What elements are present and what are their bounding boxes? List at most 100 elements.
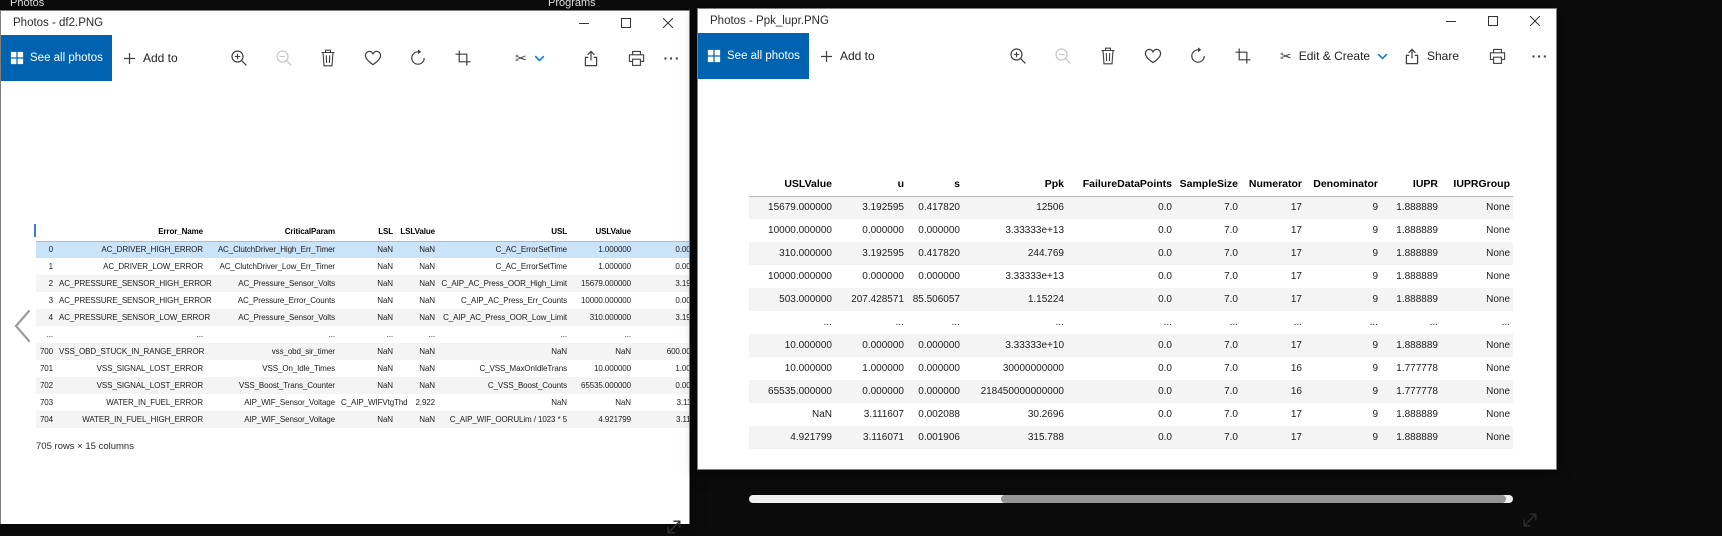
table-row: ..............................	[749, 311, 1513, 334]
favorite-button[interactable]	[1137, 40, 1169, 72]
table-cell: 3.192595	[862, 202, 904, 214]
table-cell: ...	[951, 317, 960, 328]
zoom-out-button[interactable]	[268, 42, 300, 74]
zoom-in-icon	[1010, 48, 1026, 64]
table-cell: VSS_SIGNAL_LOST_ERROR	[96, 381, 203, 390]
print-icon	[1489, 48, 1505, 64]
table-cell: 1.888889	[1396, 225, 1438, 236]
heart-icon	[364, 50, 382, 66]
table-cell: None	[1486, 225, 1510, 236]
table-cell: 0.000000	[862, 386, 904, 397]
table-cell: ...	[1369, 317, 1378, 328]
table-cell: 0	[48, 245, 53, 255]
table-cell: 0.0	[1158, 432, 1172, 443]
table-cell: 0.000000	[675, 381, 689, 390]
share-button[interactable]	[575, 42, 607, 74]
photo-viewer-canvas: Error_Name CriticalParam LSL LSLValue USL USL…	[1, 81, 689, 534]
table-cell: 703	[39, 398, 53, 407]
close-button[interactable]	[1514, 9, 1556, 33]
close-button[interactable]	[647, 11, 689, 35]
table-cell: NaN	[377, 245, 393, 255]
print-icon	[628, 50, 644, 66]
horizontal-scrollbar-track[interactable]	[749, 495, 1513, 503]
zoom-in-button[interactable]	[223, 42, 255, 74]
delete-button[interactable]	[312, 42, 344, 74]
maximize-button[interactable]	[1472, 9, 1514, 33]
table-cell: 1.888889	[1396, 409, 1438, 420]
more-options-button[interactable]: ···	[1525, 40, 1555, 72]
table-cell: 0.000000	[918, 363, 960, 374]
photos-window-ppk: Photos - Ppk_lupr.PNG See all photos Add…	[697, 8, 1557, 527]
table-row: 503.000000 207.428571 85.506057 1.15224 0.0 7…	[749, 288, 1513, 311]
table-cell: 0.0	[1158, 225, 1172, 236]
print-button[interactable]	[1481, 40, 1513, 72]
see-all-photos-button[interactable]: See all photos	[1, 35, 112, 81]
table-cell: 1.777778	[1396, 363, 1438, 374]
table-cell: NaN	[551, 398, 567, 407]
table-cell: ...	[895, 317, 904, 328]
edit-create-button[interactable]: ✂	[515, 42, 545, 74]
expand-icon[interactable]	[1521, 511, 1539, 529]
previous-photo-chevron-icon[interactable]	[13, 309, 31, 343]
minimize-button[interactable]	[563, 11, 605, 35]
table-cell: 9	[1372, 202, 1378, 214]
crop-button[interactable]	[447, 42, 479, 74]
table-cell: 1	[48, 262, 53, 271]
table-cell: NaN	[419, 347, 435, 356]
title-bar[interactable]: Photos - Ppk_lupr.PNG	[698, 9, 1556, 33]
horizontal-scrollbar-thumb[interactable]	[1001, 495, 1506, 503]
expand-icon[interactable]	[665, 518, 683, 536]
table-cell: 1.000000	[675, 364, 689, 373]
zoom-in-button[interactable]	[1002, 40, 1034, 72]
table-cell: NaN	[419, 296, 435, 305]
rotate-button[interactable]	[402, 42, 434, 74]
table-row: 3 AC_PRESSURE_SENSOR_HIGH_ERROR AC_Pressur…	[36, 292, 689, 309]
table-cell: AC_ClutchDriver_Low_Err_Timer	[219, 262, 335, 271]
header-row: USLValue u s Ppk FailureDataPoints SampleSize…	[749, 172, 1513, 197]
minimize-button[interactable]	[1430, 9, 1472, 33]
share-icon	[584, 49, 598, 66]
table-cell: NaN	[419, 415, 435, 424]
table-cell: ...	[46, 330, 53, 339]
scissors-icon: ✂	[515, 50, 527, 66]
table-cell: 9	[1372, 386, 1378, 397]
table-cell: AC_DRIVER_HIGH_ERROR	[101, 245, 203, 255]
title-bar[interactable]: Photos - df2.PNG	[1, 11, 689, 35]
table-row: 310.000000 3.192595 0.417820 244.769 0.0 7.0 1…	[749, 242, 1513, 265]
share-button[interactable]: Share	[1404, 40, 1459, 72]
table-cell: ...	[1229, 317, 1238, 328]
table-cell: 9	[1372, 363, 1378, 374]
add-to-button[interactable]: Add to	[115, 35, 186, 81]
table-cell: 17	[1290, 432, 1302, 443]
maximize-button[interactable]	[605, 11, 647, 35]
more-options-button[interactable]: ···	[657, 42, 687, 74]
table-cell: 1.15224	[1027, 294, 1064, 305]
table-cell: AC_PRESSURE_SENSOR_HIGH_ERROR	[59, 296, 212, 305]
table-row: 10000.000000 0.000000 0.000000 3.33333e+13 0…	[749, 219, 1513, 242]
table-cell: 3	[48, 296, 53, 305]
table-cell: 12506	[1036, 202, 1064, 214]
print-button[interactable]	[620, 42, 652, 74]
column-header: IUPR	[1381, 172, 1441, 197]
see-all-photos-button[interactable]: See all photos	[698, 33, 809, 79]
rotate-icon	[411, 49, 425, 65]
ellipsis-icon: ···	[1531, 48, 1549, 64]
column-header: Ppk	[963, 172, 1067, 197]
dataframe-table: USLValue u s Ppk FailureDataPoints SampleSize…	[749, 172, 1513, 449]
zoom-out-button[interactable]	[1047, 40, 1079, 72]
table-row: 10.000000 1.000000 0.000000 30000000000 0.0 7…	[749, 357, 1513, 380]
edit-create-button[interactable]: ✂ Edit & Create	[1280, 40, 1388, 72]
add-to-button[interactable]: Add to	[812, 33, 883, 79]
table-cell: C_AIP_AC_Press_OOR_Low_Limit	[443, 313, 567, 322]
crop-button[interactable]	[1227, 40, 1259, 72]
delete-button[interactable]	[1092, 40, 1124, 72]
favorite-button[interactable]	[357, 42, 389, 74]
table-cell: 9	[1372, 225, 1378, 236]
table-cell: ...	[634, 326, 689, 343]
table-cell: 17	[1290, 409, 1302, 420]
table-cell: None	[1486, 340, 1510, 351]
table-cell: NaN	[377, 296, 393, 305]
table-cell: 10.000000	[784, 363, 832, 374]
table-cell: C_AIP_WIFVtgThd	[341, 398, 408, 407]
rotate-button[interactable]	[1182, 40, 1214, 72]
